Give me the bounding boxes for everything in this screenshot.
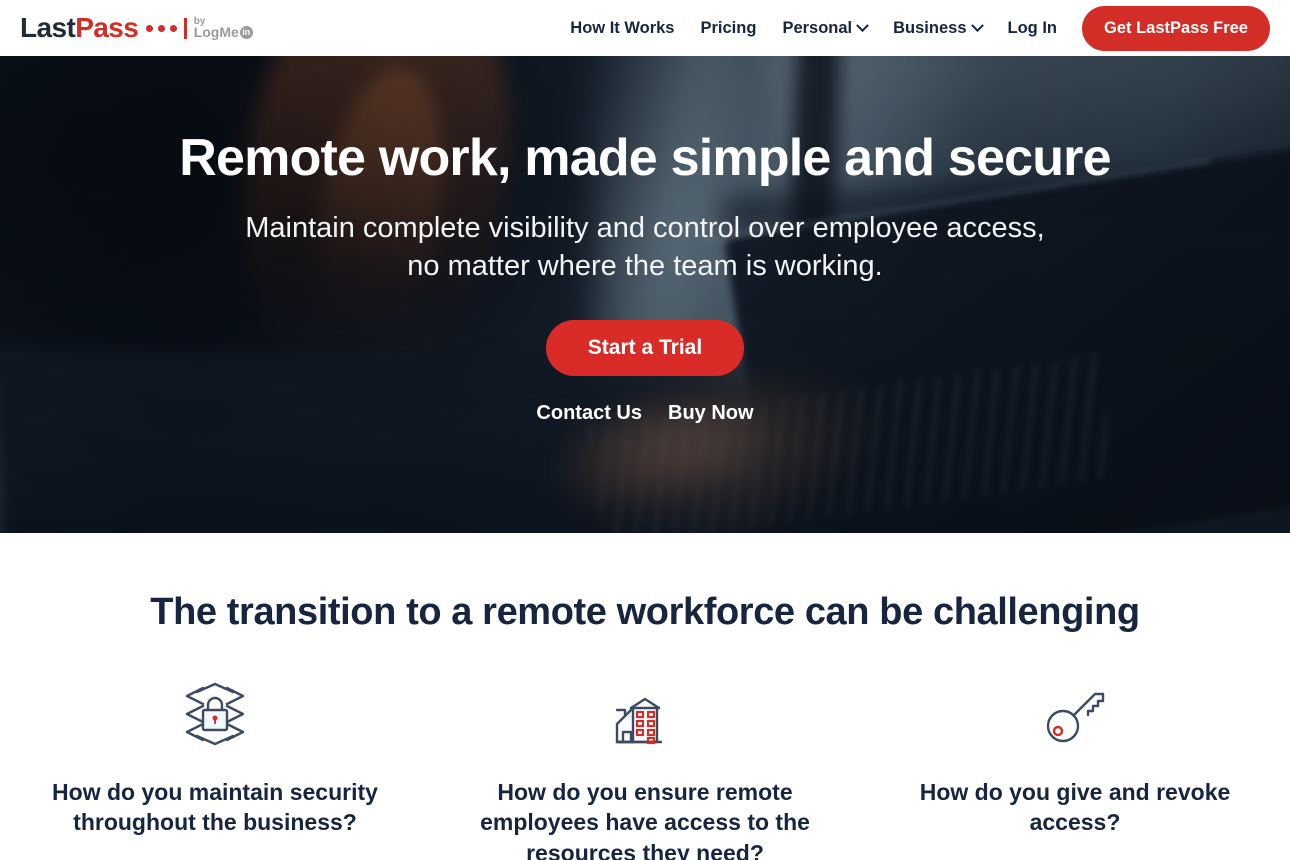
feature-column-security: How do you maintain security throughout …: [0, 681, 430, 860]
challenges-section: The transition to a remote workforce can…: [0, 533, 1290, 860]
linkedin-in-badge-icon: in: [239, 26, 253, 40]
hero-section: Remote work, made simple and secure Main…: [0, 56, 1290, 533]
feature-column-revoke: How do you give and revoke access?: [860, 681, 1290, 860]
hero-subheadline-line-2: no matter where the team is working.: [407, 250, 883, 283]
feature-text: How do you ensure remote employees have …: [480, 779, 810, 860]
key-icon: [1032, 681, 1118, 753]
feature-column-access: How do you ensure remote employees have …: [430, 681, 860, 860]
feature-columns: How do you maintain security throughout …: [0, 681, 1290, 860]
feature-text: How do you give and revoke access?: [919, 779, 1231, 836]
contact-us-link[interactable]: Contact Us: [536, 402, 642, 425]
nav-label: Personal: [782, 18, 853, 37]
logo-divider-bar-icon: [184, 17, 187, 39]
office-building-icon: [602, 681, 688, 753]
hero-subheadline: Maintain complete visibility and control…: [0, 209, 1290, 286]
logmein-byline: by LogMe in: [193, 16, 253, 41]
primary-nav: How It Works Pricing Personal Business L…: [557, 0, 1290, 56]
nav-label: Business: [893, 18, 967, 37]
nav-label: How It Works: [570, 18, 675, 37]
logo-last-text: Last: [20, 12, 76, 43]
nav-item-pricing[interactable]: Pricing: [688, 19, 770, 38]
top-navigation-bar: LastPass by LogMe in How It Works Pricing…: [0, 0, 1290, 56]
hero-subheadline-line-1: Maintain complete visibility and control…: [245, 212, 1045, 245]
logo-wordmark: LastPass: [20, 12, 139, 43]
buy-now-link[interactable]: Buy Now: [668, 402, 754, 425]
get-lastpass-free-button[interactable]: Get LastPass Free: [1082, 5, 1270, 51]
hero-headline: Remote work, made simple and secure: [179, 129, 1111, 187]
chevron-down-icon: [970, 18, 984, 32]
logo-pass-text: Pass: [75, 12, 139, 43]
logo-dots-icon: [146, 24, 178, 32]
nav-item-log-in[interactable]: Log In: [995, 19, 1070, 38]
padlock-shield-icon: [172, 681, 258, 753]
logo-logmein-text: LogMe: [193, 24, 239, 41]
feature-text: How do you maintain security throughout …: [52, 779, 378, 836]
lastpass-logo[interactable]: LastPass by LogMe in: [20, 0, 253, 56]
nav-label: Log In: [1007, 18, 1057, 37]
nav-item-business[interactable]: Business: [880, 19, 994, 38]
hero-secondary-links: Contact Us Buy Now: [0, 402, 1290, 425]
nav-label: Pricing: [700, 18, 757, 37]
nav-item-how-it-works[interactable]: How It Works: [557, 19, 687, 38]
start-a-trial-button[interactable]: Start a Trial: [545, 319, 745, 376]
section-heading: The transition to a remote workforce can…: [150, 591, 1140, 633]
chevron-down-icon: [856, 18, 870, 32]
nav-item-personal[interactable]: Personal: [769, 19, 880, 38]
